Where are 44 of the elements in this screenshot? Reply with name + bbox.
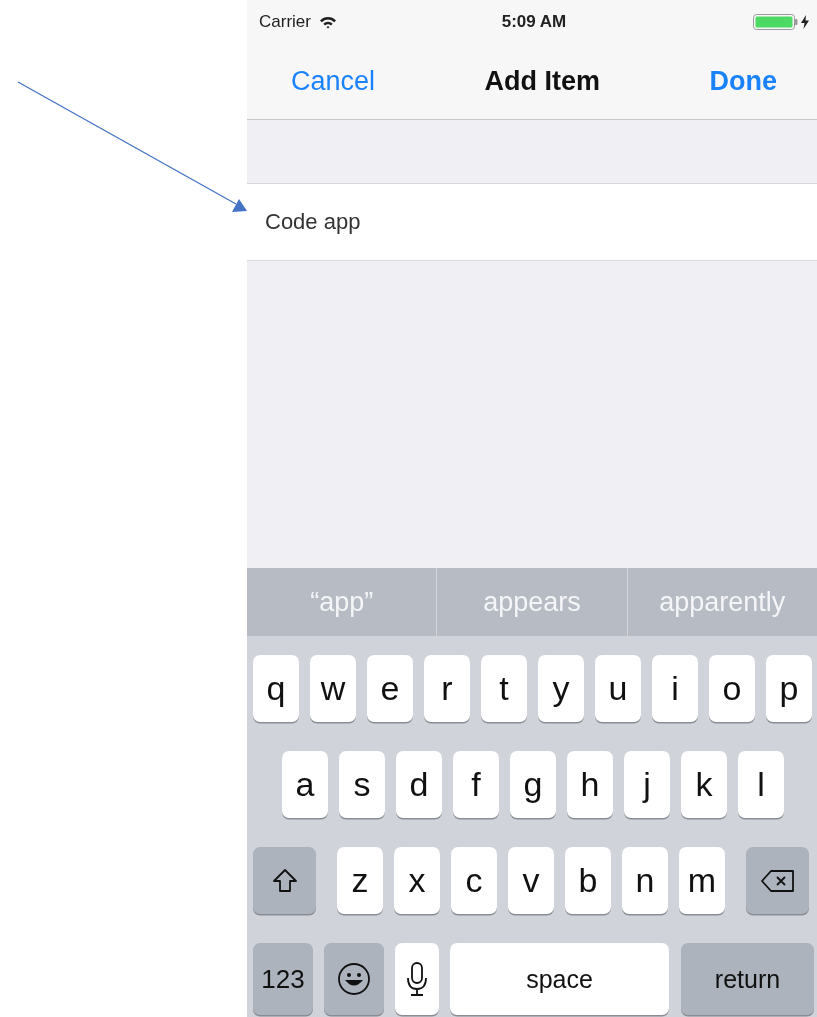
letter-key[interactable]: d <box>396 751 442 818</box>
microphone-key[interactable] <box>395 943 439 1015</box>
letter-key[interactable]: u <box>595 655 641 722</box>
letter-key[interactable]: l <box>738 751 784 818</box>
letter-key[interactable]: c <box>451 847 497 914</box>
letter-key[interactable]: o <box>709 655 755 722</box>
emoji-key[interactable] <box>324 943 384 1015</box>
letter-key[interactable]: t <box>481 655 527 722</box>
charging-icon <box>801 15 809 29</box>
delete-key[interactable] <box>746 847 809 914</box>
letter-key[interactable]: z <box>337 847 383 914</box>
carrier-label: Carrier <box>259 12 311 32</box>
wifi-icon <box>318 15 337 29</box>
letter-key[interactable]: n <box>622 847 668 914</box>
letter-key[interactable]: f <box>453 751 499 818</box>
letter-key[interactable]: j <box>624 751 670 818</box>
letter-key[interactable]: s <box>339 751 385 818</box>
letter-key[interactable]: x <box>394 847 440 914</box>
letter-key[interactable]: w <box>310 655 356 722</box>
letter-key[interactable]: q <box>253 655 299 722</box>
shift-key[interactable] <box>253 847 316 914</box>
return-key[interactable]: return <box>681 943 814 1015</box>
letter-key[interactable]: h <box>567 751 613 818</box>
letter-key[interactable]: r <box>424 655 470 722</box>
space-key[interactable]: space <box>450 943 669 1015</box>
smiley-icon <box>337 962 371 996</box>
letter-key[interactable]: k <box>681 751 727 818</box>
letter-key[interactable]: v <box>508 847 554 914</box>
battery-icon <box>753 14 798 30</box>
shift-arrow-icon <box>271 867 298 894</box>
letter-key[interactable]: b <box>565 847 611 914</box>
backspace-icon <box>759 868 796 893</box>
letter-key[interactable]: p <box>766 655 812 722</box>
letter-key[interactable]: e <box>367 655 413 722</box>
microphone-icon <box>406 961 428 997</box>
letter-key[interactable]: a <box>282 751 328 818</box>
letter-key[interactable]: g <box>510 751 556 818</box>
letter-key[interactable]: m <box>679 847 725 914</box>
screen-title: Add Item <box>484 66 601 97</box>
letter-key[interactable]: i <box>652 655 698 722</box>
letter-key[interactable]: y <box>538 655 584 722</box>
clock-time: 5:09 AM <box>501 12 567 32</box>
numbers-key[interactable]: 123 <box>253 943 313 1015</box>
item-text-field[interactable]: Code app <box>247 184 817 261</box>
